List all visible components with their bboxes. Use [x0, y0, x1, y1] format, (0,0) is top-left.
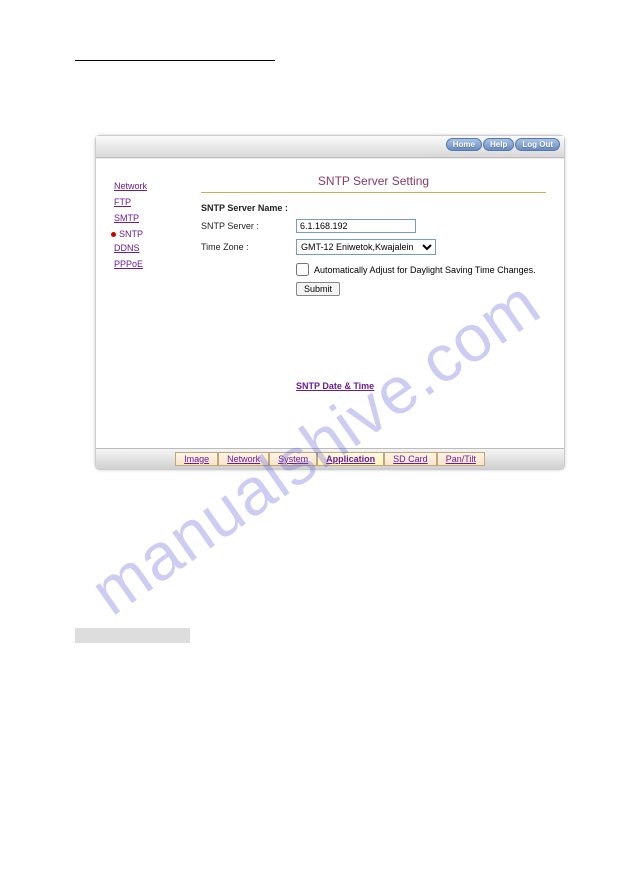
app-window: Home Help Log Out Network FTP SMTP SNTP … [95, 135, 565, 470]
timezone-row: Time Zone : GMT-12 Eniwetok,Kwajalein [201, 239, 546, 255]
top-buttons: Home Help Log Out [446, 138, 560, 151]
timezone-label: Time Zone : [201, 242, 296, 252]
dst-label: Automatically Adjust for Daylight Saving… [314, 265, 536, 275]
server-row: SNTP Server : [201, 219, 546, 233]
tab-application[interactable]: Application [317, 452, 384, 466]
logout-button[interactable]: Log Out [515, 138, 560, 151]
timezone-select[interactable]: GMT-12 Eniwetok,Kwajalein [296, 239, 436, 255]
top-underline [75, 60, 275, 61]
sidebar: Network FTP SMTP SNTP DDNS PPPoE [96, 159, 191, 448]
gray-bar [75, 628, 190, 643]
tab-pantilt[interactable]: Pan/Tilt [437, 452, 485, 466]
server-name-row: SNTP Server Name : [201, 203, 546, 213]
sidebar-item-smtp[interactable]: SMTP [114, 213, 191, 223]
sidebar-item-ftp[interactable]: FTP [114, 197, 191, 207]
sidebar-item-pppoe[interactable]: PPPoE [114, 259, 191, 269]
home-button[interactable]: Home [446, 138, 482, 151]
sidebar-item-label: SNTP [119, 229, 143, 239]
sidebar-item-sntp[interactable]: SNTP [111, 229, 191, 239]
help-button[interactable]: Help [483, 138, 514, 151]
dst-row: Automatically Adjust for Daylight Saving… [296, 263, 546, 276]
dst-checkbox[interactable] [296, 263, 309, 276]
sidebar-item-ddns[interactable]: DDNS [114, 243, 191, 253]
bottom-link-wrap: SNTP Date & Time [296, 381, 546, 391]
sntp-date-time-link[interactable]: SNTP Date & Time [296, 381, 374, 391]
main-panel: SNTP Server Setting SNTP Server Name : S… [191, 159, 564, 448]
tab-image[interactable]: Image [175, 452, 218, 466]
sntp-server-input[interactable] [296, 219, 416, 233]
panel-title: SNTP Server Setting [201, 174, 546, 188]
server-label: SNTP Server : [201, 221, 296, 231]
tab-network[interactable]: Network [218, 452, 269, 466]
bottom-bar: Image Network System Application SD Card… [96, 448, 564, 469]
tab-sdcard[interactable]: SD Card [384, 452, 437, 466]
bullet-icon [111, 232, 116, 237]
top-bar: Home Help Log Out [96, 136, 564, 158]
server-name-label: SNTP Server Name : [201, 203, 288, 213]
panel-divider [201, 192, 546, 193]
content-area: Network FTP SMTP SNTP DDNS PPPoE SNTP Se… [96, 158, 564, 448]
tab-system[interactable]: System [269, 452, 317, 466]
submit-button[interactable]: Submit [296, 282, 340, 296]
sidebar-item-network[interactable]: Network [114, 181, 191, 191]
